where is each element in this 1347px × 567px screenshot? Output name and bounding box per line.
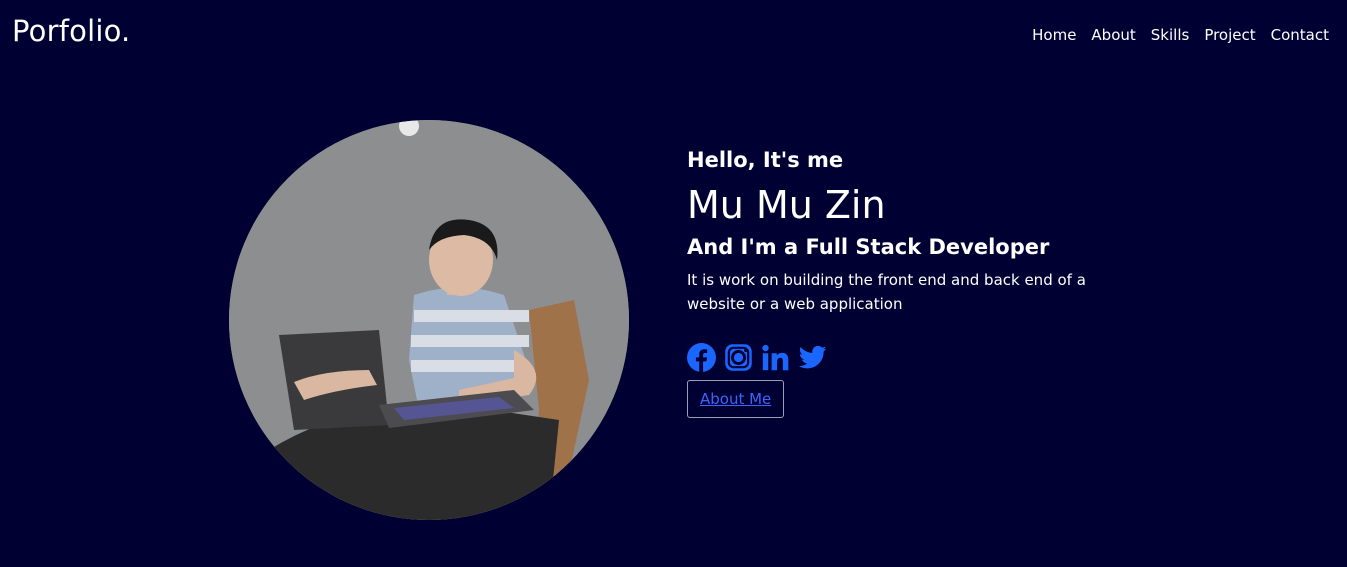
nav-skills[interactable]: Skills (1151, 26, 1190, 44)
nav-home[interactable]: Home (1032, 26, 1076, 44)
profile-photo (229, 120, 629, 520)
social-links (687, 342, 1107, 372)
hero-role: And I'm a Full Stack Developer (687, 235, 1050, 259)
site-logo[interactable]: Porfolio. (12, 14, 130, 48)
site-header: Porfolio. Home About Skills Project Cont… (0, 0, 1347, 72)
hero-text: Hello, It's me Mu Mu Zin And I'm a Full … (687, 145, 1107, 418)
about-me-button[interactable]: About Me (687, 380, 785, 418)
hero-name: Mu Mu Zin (687, 183, 886, 227)
portfolio-page: Porfolio. Home About Skills Project Cont… (0, 0, 1347, 567)
nav-about[interactable]: About (1091, 26, 1135, 44)
twitter-icon[interactable] (798, 343, 827, 372)
facebook-icon[interactable] (687, 342, 716, 372)
nav-contact[interactable]: Contact (1271, 26, 1329, 44)
nav-project[interactable]: Project (1204, 26, 1255, 44)
linkedin-icon[interactable] (761, 343, 790, 372)
hero-description: It is work on building the front end and… (687, 271, 1086, 313)
instagram-icon[interactable] (724, 343, 753, 372)
main-nav: Home About Skills Project Contact (1032, 26, 1329, 44)
greeting-text: Hello, It's me (687, 148, 844, 172)
